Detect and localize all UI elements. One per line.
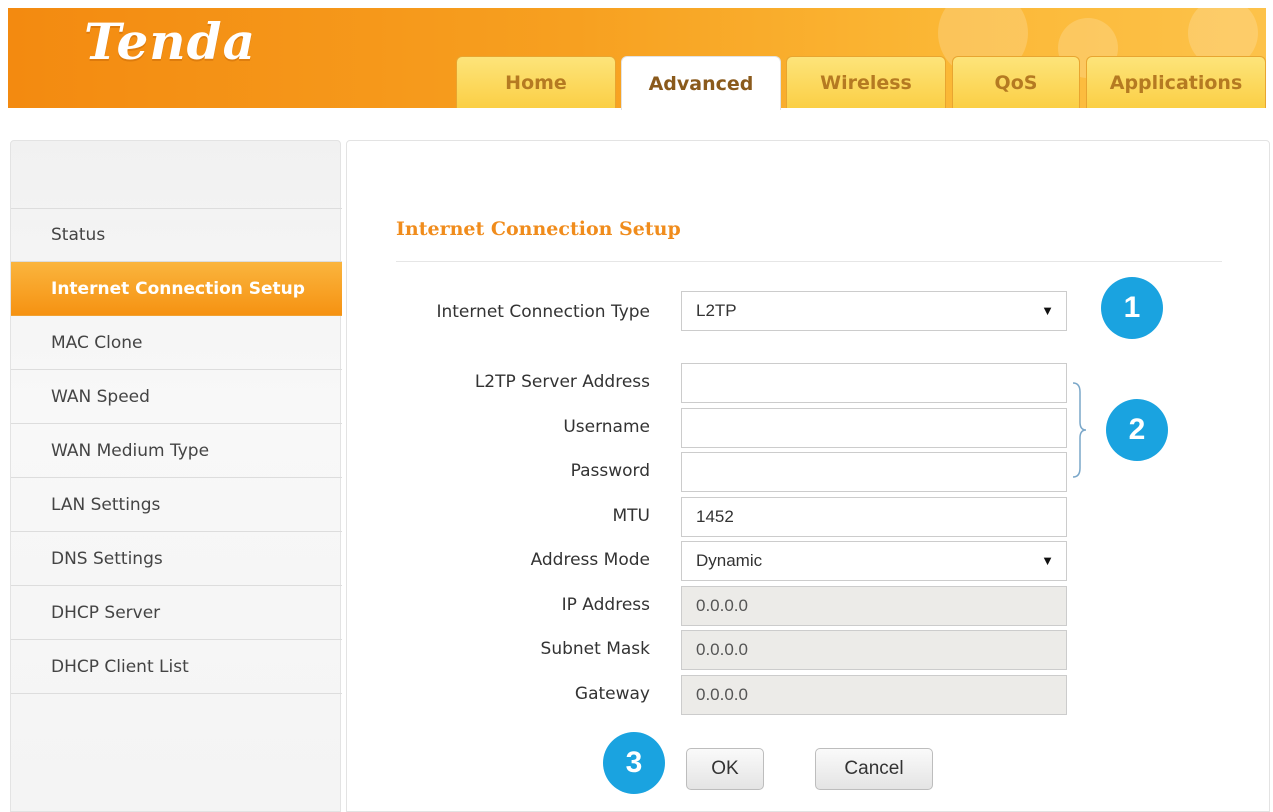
sidebar-item-dns-settings[interactable]: DNS Settings [11,532,342,586]
connection-type-label: Internet Connection Type [436,302,650,322]
gateway-label: Gateway [574,684,650,704]
sidebar-item-dhcp-client-list[interactable]: DHCP Client List [11,640,342,694]
step-1-badge: 1 [1101,277,1163,339]
password-label: Password [570,461,650,481]
address-mode-select[interactable]: Dynamic ▼ [681,541,1067,581]
tenda-logo: Tenda [84,12,256,71]
sidebar-item-wan-medium-type[interactable]: WAN Medium Type [11,424,342,478]
mtu-input[interactable]: 1452 [681,497,1067,537]
password-input[interactable] [681,452,1067,492]
title-divider [396,261,1222,262]
sidebar-item-wan-speed[interactable]: WAN Speed [11,370,342,424]
subnet-mask-input: 0.0.0.0 [681,630,1067,670]
tab-applications[interactable]: Applications [1086,56,1266,108]
tab-qos[interactable]: QoS [952,56,1080,108]
gateway-input: 0.0.0.0 [681,675,1067,715]
sidebar-item-dhcp-server[interactable]: DHCP Server [11,586,342,640]
server-address-input[interactable] [681,363,1067,403]
username-input[interactable] [681,408,1067,448]
caret-down-icon: ▼ [1041,553,1054,568]
caret-down-icon: ▼ [1041,303,1054,318]
username-label: Username [563,417,650,437]
tab-advanced[interactable]: Advanced [621,56,781,110]
cancel-button[interactable]: Cancel [815,748,933,790]
sidebar: Status Internet Connection Setup MAC Clo… [10,140,342,812]
ip-address-label: IP Address [561,595,650,615]
address-mode-value: Dynamic [696,551,763,570]
sidebar-item-lan-settings[interactable]: LAN Settings [11,478,342,532]
step-2-badge: 2 [1106,399,1168,461]
mtu-label: MTU [612,506,651,526]
tab-wireless[interactable]: Wireless [786,56,946,108]
sidebar-item-internet-connection-setup[interactable]: Internet Connection Setup [11,262,342,316]
subnet-mask-label: Subnet Mask [540,639,650,659]
curly-bracket-icon [1072,382,1086,478]
ip-address-input: 0.0.0.0 [681,586,1067,626]
connection-type-select[interactable]: L2TP ▼ [681,291,1067,331]
address-mode-label: Address Mode [530,550,650,570]
page-title: Internet Connection Setup [396,218,681,240]
step-3-badge: 3 [603,732,665,794]
ok-button[interactable]: OK [686,748,764,790]
server-address-label: L2TP Server Address [474,372,650,392]
sidebar-item-status[interactable]: Status [11,208,342,262]
tab-home[interactable]: Home [456,56,616,108]
connection-type-value: L2TP [696,301,737,320]
sidebar-item-mac-clone[interactable]: MAC Clone [11,316,342,370]
